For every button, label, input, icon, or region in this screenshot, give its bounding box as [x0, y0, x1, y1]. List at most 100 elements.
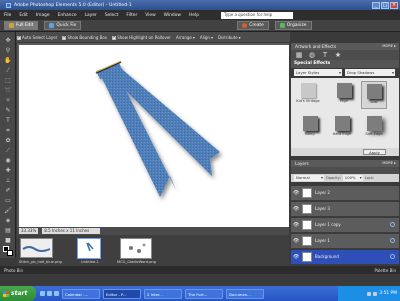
- document-canvas[interactable]: [19, 45, 289, 227]
- layers-more-button[interactable]: MORE ▸: [382, 160, 396, 167]
- clone-stamp-tool-icon[interactable]: ⊥: [3, 176, 13, 185]
- taskbar-button-active[interactable]: Editor - P...: [103, 288, 141, 299]
- effect-thumbnail[interactable]: Noisy: [297, 114, 323, 142]
- menu-help[interactable]: Help: [189, 13, 199, 18]
- red-eye-tool-icon[interactable]: ◉: [3, 156, 13, 165]
- bounding-box-checkbox[interactable]: Show Bounding Box: [62, 35, 107, 40]
- taskbar-button[interactable]: Documen...: [226, 288, 264, 299]
- zoom-level[interactable]: 33.33%: [19, 228, 39, 234]
- menu-enhance[interactable]: Enhance: [58, 13, 77, 18]
- effects-tab-icon[interactable]: ◍: [308, 51, 316, 59]
- visibility-eye-icon[interactable]: 👁: [293, 206, 299, 212]
- menu-select[interactable]: Select: [105, 13, 119, 18]
- effect-thumbnail[interactable]: High: [331, 81, 357, 109]
- close-button[interactable]: ×: [390, 1, 398, 9]
- menu-edit[interactable]: Edit: [19, 13, 28, 18]
- artwork-more-button[interactable]: MORE ▸: [382, 43, 396, 50]
- palette-bin-toggle[interactable]: Palette Bin: [374, 268, 396, 273]
- quick-launch-icon[interactable]: [47, 291, 52, 296]
- quick-launch-icon[interactable]: [54, 291, 59, 296]
- minimize-button[interactable]: _: [372, 1, 380, 9]
- straighten-tool-icon[interactable]: ⟋: [3, 146, 13, 155]
- effect-label: Noisy: [305, 132, 315, 136]
- photo-thumbnail[interactable]: [77, 238, 101, 259]
- link-icon[interactable]: [390, 238, 395, 243]
- full-edit-button[interactable]: Full Edit: [4, 21, 39, 30]
- quick-launch-icon[interactable]: [40, 291, 45, 296]
- opacity-input[interactable]: 100%: [342, 175, 363, 181]
- eyedropper-tool-icon[interactable]: ⁄: [3, 66, 13, 75]
- tray-icon[interactable]: [373, 291, 378, 296]
- menu-image[interactable]: Image: [36, 13, 50, 18]
- visibility-eye-icon[interactable]: 👁: [293, 190, 299, 196]
- layer-row[interactable]: 👁 Layer 1 copy: [291, 218, 399, 233]
- photo-bin-toggle[interactable]: Photo Bin: [4, 268, 23, 273]
- menu-filter[interactable]: Filter: [126, 13, 137, 18]
- brush-tool-icon[interactable]: 🖌: [3, 206, 13, 215]
- eraser-tool-icon[interactable]: ▭: [3, 196, 13, 205]
- taskbar-button[interactable]: The Fort...: [185, 288, 223, 299]
- help-search-input[interactable]: Type a question for help: [221, 11, 293, 19]
- taskbar-button[interactable]: Calendar -...: [62, 288, 100, 299]
- background-color-swatch[interactable]: [7, 250, 13, 256]
- maximize-button[interactable]: □: [381, 1, 389, 9]
- apply-button[interactable]: Apply: [363, 149, 386, 155]
- align-dropdown[interactable]: Align: [200, 35, 213, 40]
- layers-panel-title: Layers: [295, 161, 309, 166]
- effect-category-select[interactable]: Layer Styles: [294, 69, 342, 76]
- organize-button[interactable]: Organize: [274, 21, 312, 30]
- effect-label: Kid's Vintage: [296, 99, 320, 103]
- layer-thumbnail: [302, 236, 312, 246]
- artwork-panel-header[interactable]: Artwork and Effects MORE ▸: [291, 43, 399, 50]
- paint-bucket-tool-icon[interactable]: ◈: [3, 216, 13, 225]
- distribute-dropdown[interactable]: Distribute: [218, 35, 241, 40]
- lasso-tool-icon[interactable]: ➰: [3, 86, 13, 95]
- layers-panel-header[interactable]: Layers MORE ▸: [291, 160, 399, 167]
- type-tool-icon[interactable]: T: [3, 116, 13, 125]
- favorites-tab-icon[interactable]: ★: [334, 51, 342, 59]
- move-tool-icon[interactable]: ✥: [3, 36, 13, 45]
- menu-view[interactable]: View: [145, 13, 155, 18]
- effect-thumbnail-selected[interactable]: Low: [361, 81, 387, 109]
- link-icon[interactable]: [390, 222, 395, 227]
- arrange-dropdown[interactable]: Arrange: [176, 35, 195, 40]
- effect-thumbnail[interactable]: Kid's Vintage: [295, 81, 321, 109]
- selection-brush-tool-icon[interactable]: ✎: [3, 106, 13, 115]
- menu-file[interactable]: File: [4, 13, 11, 18]
- shape-tool-icon[interactable]: ■: [3, 236, 13, 245]
- create-button[interactable]: Create: [237, 21, 269, 30]
- effect-thumbnail[interactable]: Hard Edge: [329, 114, 355, 142]
- pencil-tool-icon[interactable]: ✐: [3, 186, 13, 195]
- crop-tool-icon[interactable]: ⌗: [3, 126, 13, 135]
- layer-row-selected[interactable]: 👁 Background: [291, 250, 399, 265]
- zoom-tool-icon[interactable]: ⚲: [3, 46, 13, 55]
- photo-thumbnail[interactable]: [20, 238, 53, 258]
- visibility-eye-icon[interactable]: 👁: [293, 254, 299, 260]
- taskbar-button[interactable]: 2 Inter...: [144, 288, 182, 299]
- effect-subcategory-select[interactable]: Drop Shadows: [345, 69, 395, 76]
- layer-row[interactable]: 👁 Layer 1: [291, 234, 399, 249]
- marquee-tool-icon[interactable]: ⬚: [3, 76, 13, 85]
- toolbox: ✥ ⚲ ✋ ⁄ ⬚ ➰ ✧ ✎ T ⌗ ✿ ⟋ ◉ ✚ ⊥ ✐ ▭ 🖌 ◈ ▤ …: [0, 32, 16, 258]
- effect-thumbnail[interactable]: Soft Edge: [361, 114, 387, 142]
- tray-icon[interactable]: [367, 291, 372, 296]
- auto-select-checkbox[interactable]: Auto Select Layer: [17, 35, 57, 40]
- healing-brush-tool-icon[interactable]: ✚: [3, 166, 13, 175]
- highlight-checkbox[interactable]: Show Highlight on Rollover: [112, 35, 171, 40]
- menu-window[interactable]: Window: [164, 13, 181, 18]
- cookie-cutter-tool-icon[interactable]: ✿: [3, 136, 13, 145]
- blend-mode-select[interactable]: Normal: [294, 175, 324, 181]
- photo-thumbnail[interactable]: [120, 238, 152, 259]
- hand-tool-icon[interactable]: ✋: [3, 56, 13, 65]
- visibility-eye-icon[interactable]: 👁: [293, 238, 299, 244]
- start-button[interactable]: start: [0, 286, 36, 301]
- gradient-tool-icon[interactable]: ▤: [3, 226, 13, 235]
- magic-wand-tool-icon[interactable]: ✧: [3, 96, 13, 105]
- quick-fix-button[interactable]: Quick Fix: [44, 21, 82, 30]
- menu-layer[interactable]: Layer: [85, 13, 97, 18]
- visibility-eye-icon[interactable]: 👁: [293, 222, 299, 228]
- layer-row[interactable]: 👁 Layer 3: [291, 202, 399, 217]
- artwork-tab-icon[interactable]: ▦: [295, 51, 303, 59]
- layer-row[interactable]: 👁 Layer 2: [291, 186, 399, 201]
- text-tab-icon[interactable]: T: [321, 51, 329, 59]
